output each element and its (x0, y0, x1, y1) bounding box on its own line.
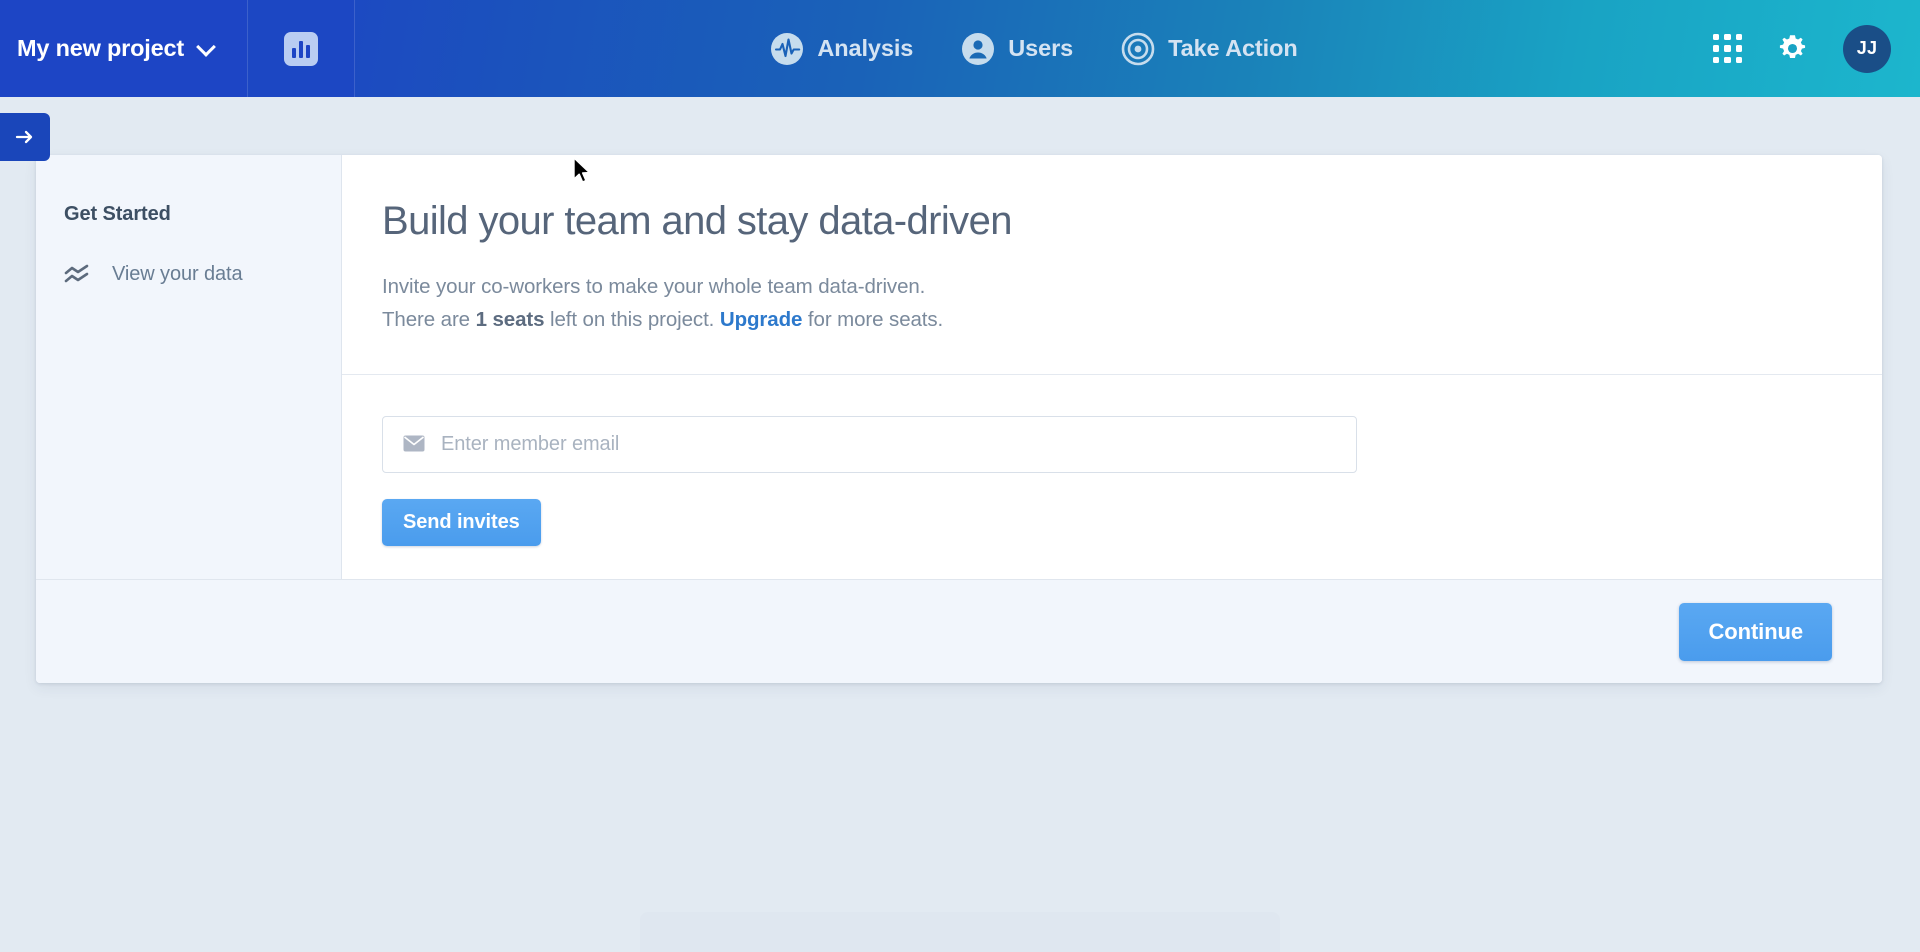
nav-item-users[interactable]: Users (961, 0, 1073, 97)
send-invites-button[interactable]: Send invites (382, 499, 541, 546)
invite-header: Build your team and stay data-driven Inv… (342, 155, 1882, 375)
nav-item-take-action[interactable]: Take Action (1121, 0, 1298, 97)
target-bullseye-icon (1121, 32, 1155, 65)
invite-description: Invite your co-workers to make your whol… (382, 270, 1882, 336)
arrow-right-icon (15, 130, 33, 144)
pulse-circle-icon (771, 32, 804, 65)
sidebar-item-view-your-data[interactable]: View your data (64, 263, 341, 286)
user-circle-icon (962, 32, 995, 65)
email-field[interactable] (382, 416, 1357, 473)
trend-lines-icon (64, 264, 89, 282)
invite-panel: Build your team and stay data-driven Inv… (342, 155, 1882, 579)
avatar-initials: JJ (1856, 38, 1878, 58)
sidebar-expand-toggle[interactable] (0, 113, 50, 161)
upgrade-link[interactable]: Upgrade (720, 308, 803, 331)
continue-button[interactable]: Continue (1679, 602, 1832, 661)
bar-chart-logo-icon (284, 31, 318, 66)
page-title: Build your team and stay data-driven (382, 199, 1012, 243)
sidebar-title: Get Started (64, 203, 171, 225)
grid-apps-icon[interactable] (1713, 34, 1742, 63)
gear-icon[interactable] (1776, 32, 1809, 65)
project-name-label: My new project (17, 35, 184, 61)
seats-count: 1 seats (475, 308, 545, 331)
nav-item-analysis-label: Analysis (817, 35, 914, 61)
background-panel-peek (640, 912, 1280, 952)
invite-description-middle: left on this project. (544, 308, 720, 331)
email-input-wrapper (382, 416, 1357, 473)
nav-item-analysis[interactable]: Analysis (770, 0, 913, 97)
primary-navigation: Analysis Users Take Action (355, 0, 1713, 97)
sidebar-item-label: View your data (112, 263, 243, 285)
chevron-down-icon (198, 39, 213, 54)
invite-description-line1: Invite your co-workers to make your whol… (382, 275, 926, 298)
top-header-bar: My new project Analysis Users Take Actio… (0, 0, 1920, 97)
card-footer: Continue (36, 579, 1882, 683)
nav-item-users-label: Users (1008, 35, 1074, 61)
invite-form: Send invites (342, 375, 1882, 546)
get-started-sidebar: Get Started View your data (36, 155, 342, 579)
card-body: Get Started View your data Build your te… (36, 155, 1882, 579)
nav-item-take-action-label: Take Action (1168, 35, 1298, 61)
project-switcher[interactable]: My new project (0, 0, 247, 97)
invite-description-prefix: There are (382, 308, 476, 331)
avatar[interactable]: JJ (1843, 24, 1891, 73)
app-logo-button[interactable] (247, 0, 355, 97)
header-actions: JJ (1713, 24, 1920, 73)
onboarding-card: Get Started View your data Build your te… (36, 155, 1882, 683)
invite-description-suffix: for more seats. (802, 308, 944, 331)
